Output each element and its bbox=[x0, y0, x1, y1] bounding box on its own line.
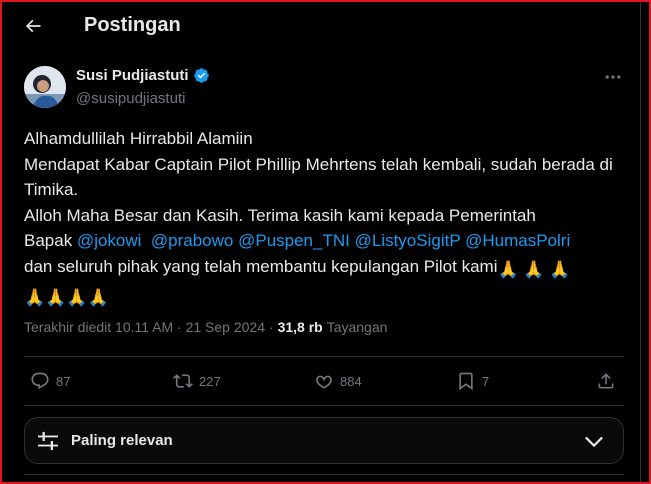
mention-prabowo[interactable]: @prabowo bbox=[151, 231, 233, 250]
author-handle[interactable]: @susipudjiastuti bbox=[76, 90, 185, 107]
divider bbox=[24, 405, 624, 406]
mention-listyosigitp[interactable]: @ListyoSigitP bbox=[355, 231, 461, 250]
reply-count: 87 bbox=[56, 373, 71, 389]
author-name[interactable]: Susi Pudjiastuti bbox=[76, 67, 189, 84]
praying-hands-emoji: 🙏 bbox=[523, 259, 545, 279]
like-button[interactable]: 884 bbox=[314, 371, 362, 391]
divider bbox=[24, 474, 624, 475]
views-label: Tayangan bbox=[326, 319, 388, 335]
more-button[interactable] bbox=[598, 66, 628, 88]
reply-icon bbox=[31, 372, 49, 390]
praying-hands-emoji: 🙏 bbox=[549, 259, 571, 279]
like-count: 884 bbox=[340, 373, 362, 389]
post-line-2: Mendapat Kabar Captain Pilot Phillip Meh… bbox=[24, 154, 618, 200]
post-line-4-prefix: Bapak bbox=[24, 231, 77, 250]
praying-hands-emoji: 🙏 bbox=[497, 259, 519, 279]
praying-hands-emoji: 🙏 bbox=[87, 288, 109, 307]
reply-button[interactable]: 87 bbox=[30, 371, 70, 391]
heart-icon bbox=[316, 375, 332, 389]
chevron-down-icon bbox=[585, 436, 603, 448]
post-line-1: Alhamdullilah Hirrabbil Alamiin bbox=[24, 129, 253, 148]
back-button[interactable] bbox=[16, 9, 50, 43]
repost-button[interactable]: 227 bbox=[173, 371, 221, 391]
post-line-5: dan seluruh pihak yang telah membantu ke… bbox=[24, 256, 498, 276]
arrow-left-icon bbox=[25, 19, 41, 33]
sort-label: Paling relevan bbox=[71, 432, 173, 449]
post-line-3: Alloh Maha Besar dan Kasih. Terima kasih… bbox=[24, 205, 536, 225]
mention-jokowi[interactable]: @jokowi bbox=[77, 231, 142, 250]
author-name-row[interactable]: Susi Pudjiastuti bbox=[76, 67, 210, 84]
praying-hands-emoji: 🙏 bbox=[66, 288, 88, 307]
post-column: Postingan Susi Pudjiastuti @susipudjiast… bbox=[0, 0, 641, 484]
avatar[interactable] bbox=[24, 66, 66, 108]
action-bar: 87 227 884 7 bbox=[24, 357, 624, 407]
repost-icon bbox=[173, 374, 193, 388]
more-icon bbox=[605, 75, 621, 79]
mention-humaspolri[interactable]: @HumasPolri bbox=[465, 231, 570, 250]
post-meta: Terakhir diedit 10.11 AM · 21 Sep 2024 ·… bbox=[24, 319, 387, 335]
share-button[interactable] bbox=[596, 371, 616, 391]
mention-puspen-tni[interactable]: @Puspen_TNI bbox=[238, 231, 350, 250]
praying-hands-emoji: 🙏 bbox=[24, 288, 46, 307]
bookmark-count: 7 bbox=[482, 373, 490, 389]
bookmark-button[interactable]: 7 bbox=[456, 371, 489, 391]
repost-count: 227 bbox=[199, 373, 221, 389]
bookmark-icon bbox=[459, 372, 473, 391]
page-title: Postingan bbox=[84, 14, 181, 36]
post-text: Alhamdullilah Hirrabbil Alamiin Mendapat… bbox=[24, 126, 624, 311]
header: Postingan bbox=[0, 0, 640, 53]
verified-badge-icon[interactable] bbox=[193, 67, 210, 84]
sort-dropdown[interactable]: Paling relevan bbox=[24, 417, 624, 464]
edited-timestamp[interactable]: Terakhir diedit 10.11 AM · 21 Sep 2024 · bbox=[24, 319, 274, 335]
share-icon bbox=[598, 373, 614, 389]
sliders-icon bbox=[38, 431, 58, 451]
praying-hands-emoji: 🙏 bbox=[45, 288, 67, 307]
views-count: 31,8 rb bbox=[277, 319, 323, 335]
